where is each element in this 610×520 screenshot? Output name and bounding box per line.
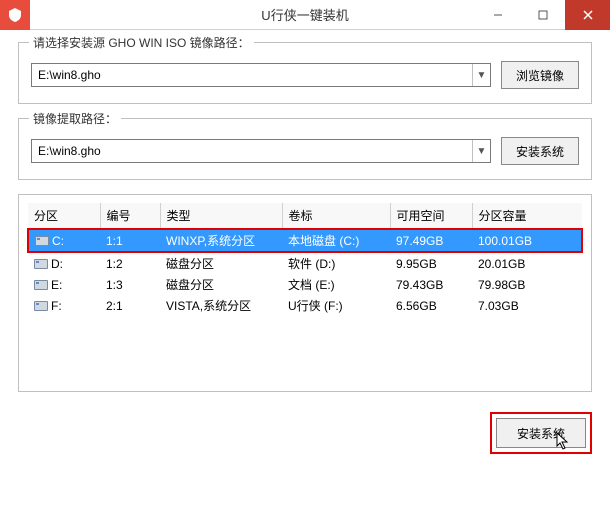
- cell-label: 文档 (E:): [282, 274, 390, 295]
- cell-partition: E:: [28, 274, 100, 295]
- table-row[interactable]: C:1:1WINXP,系统分区本地磁盘 (C:)97.49GB100.01GB: [28, 229, 582, 252]
- chevron-down-icon: ▼: [472, 140, 490, 162]
- cell-type: 磁盘分区: [160, 274, 282, 295]
- chevron-down-icon: ▼: [472, 64, 490, 86]
- source-legend: 请选择安装源 GHO WIN ISO 镜像路径：: [29, 34, 254, 51]
- cell-type: WINXP,系统分区: [160, 229, 282, 252]
- cell-free: 79.43GB: [390, 274, 472, 295]
- cell-total: 7.03GB: [472, 295, 582, 316]
- drive-icon: [34, 280, 48, 290]
- close-button[interactable]: [565, 0, 610, 30]
- cell-type: VISTA,系统分区: [160, 295, 282, 316]
- cell-id: 2:1: [100, 295, 160, 316]
- table-row[interactable]: F:2:1VISTA,系统分区U行侠 (F:)6.56GB7.03GB: [28, 295, 582, 316]
- drive-icon: [35, 236, 49, 246]
- cell-id: 1:3: [100, 274, 160, 295]
- footer: 安装系统: [0, 404, 610, 454]
- cell-id: 1:2: [100, 252, 160, 274]
- table-row[interactable]: E:1:3磁盘分区文档 (E:)79.43GB79.98GB: [28, 274, 582, 295]
- table-header-row: 分区 编号 类型 卷标 可用空间 分区容量: [28, 203, 582, 229]
- cell-label: U行侠 (F:): [282, 295, 390, 316]
- dest-group: 镜像提取路径： E:\win8.gho ▼ 安装系统: [18, 118, 592, 180]
- cell-free: 6.56GB: [390, 295, 472, 316]
- window-controls: [475, 0, 610, 30]
- dest-legend: 镜像提取路径：: [29, 110, 121, 127]
- cell-free: 97.49GB: [390, 229, 472, 252]
- drive-icon: [34, 301, 48, 311]
- dest-path-value: E:\win8.gho: [32, 144, 472, 158]
- col-id: 编号: [100, 203, 160, 229]
- cell-total: 79.98GB: [472, 274, 582, 295]
- close-icon: [583, 10, 593, 20]
- browse-image-button[interactable]: 浏览镜像: [501, 61, 579, 89]
- minimize-icon: [493, 10, 503, 20]
- install-highlight: 安装系统: [490, 412, 592, 454]
- cell-free: 9.95GB: [390, 252, 472, 274]
- dest-path-combo[interactable]: E:\win8.gho ▼: [31, 139, 491, 163]
- col-label: 卷标: [282, 203, 390, 229]
- cell-total: 20.01GB: [472, 252, 582, 274]
- cell-partition: D:: [28, 252, 100, 274]
- cell-partition: C:: [28, 229, 100, 252]
- cell-partition: F:: [28, 295, 100, 316]
- source-path-combo[interactable]: E:\win8.gho ▼: [31, 63, 491, 87]
- content-area: 请选择安装源 GHO WIN ISO 镜像路径： E:\win8.gho ▼ 浏…: [0, 30, 610, 404]
- col-partition: 分区: [28, 203, 100, 229]
- col-total: 分区容量: [472, 203, 582, 229]
- cell-label: 软件 (D:): [282, 252, 390, 274]
- source-group: 请选择安装源 GHO WIN ISO 镜像路径： E:\win8.gho ▼ 浏…: [18, 42, 592, 104]
- col-type: 类型: [160, 203, 282, 229]
- partition-table[interactable]: 分区 编号 类型 卷标 可用空间 分区容量 C:1:1WINXP,系统分区本地磁…: [27, 203, 583, 316]
- drive-icon: [34, 259, 48, 269]
- install-system-button[interactable]: 安装系统: [501, 137, 579, 165]
- window-title: U行侠一键装机: [261, 5, 348, 24]
- app-logo: [0, 0, 30, 30]
- cell-id: 1:1: [100, 229, 160, 252]
- col-free: 可用空间: [390, 203, 472, 229]
- titlebar: U行侠一键装机: [0, 0, 610, 30]
- source-path-value: E:\win8.gho: [32, 68, 472, 82]
- cell-type: 磁盘分区: [160, 252, 282, 274]
- maximize-icon: [538, 10, 548, 20]
- partition-table-wrap: 分区 编号 类型 卷标 可用空间 分区容量 C:1:1WINXP,系统分区本地磁…: [18, 194, 592, 392]
- cell-total: 100.01GB: [472, 229, 582, 252]
- maximize-button[interactable]: [520, 0, 565, 30]
- cell-label: 本地磁盘 (C:): [282, 229, 390, 252]
- table-row[interactable]: D:1:2磁盘分区软件 (D:)9.95GB20.01GB: [28, 252, 582, 274]
- install-system-footer-button[interactable]: 安装系统: [496, 418, 586, 448]
- minimize-button[interactable]: [475, 0, 520, 30]
